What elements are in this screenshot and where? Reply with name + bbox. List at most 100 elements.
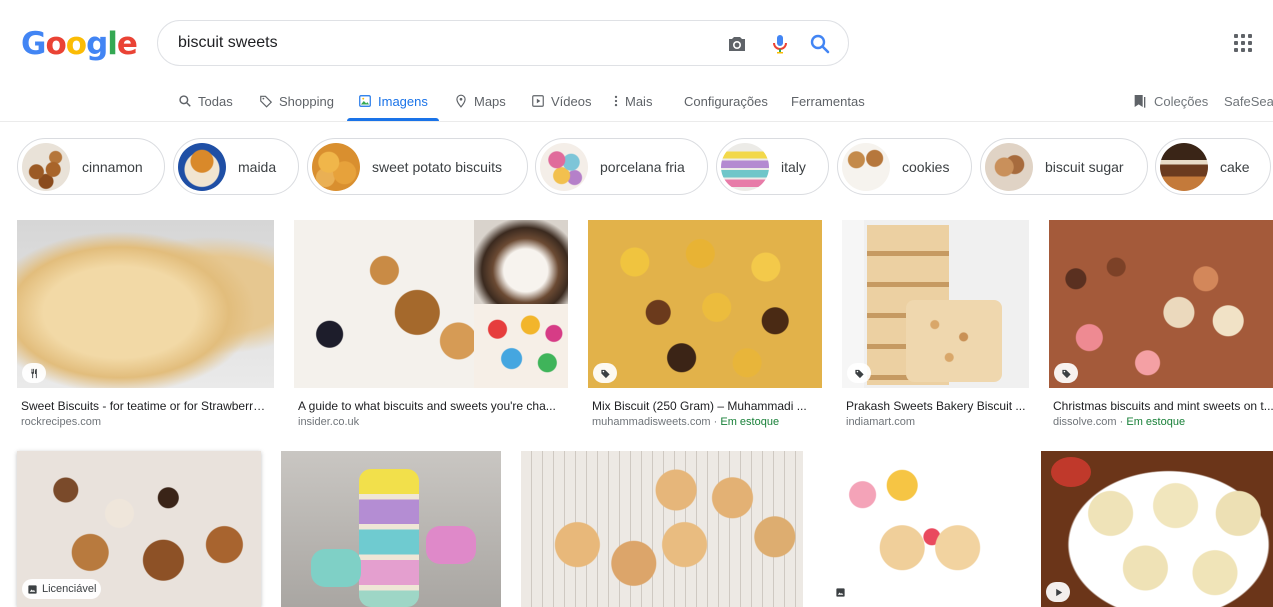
chip-label: cinnamon: [82, 158, 143, 175]
tab-mais[interactable]: Mais: [613, 82, 652, 120]
safesearch-link[interactable]: SafeSearch: [1224, 82, 1273, 120]
chip-thumbnail: [721, 142, 769, 191]
pin-icon: [456, 94, 466, 108]
apps-icon[interactable]: [1234, 34, 1252, 52]
search-box[interactable]: biscuit sweets: [157, 20, 849, 66]
result-title[interactable]: Sweet Biscuits - for teatime or for Stra…: [21, 399, 271, 413]
result-badge: [22, 363, 46, 383]
collections-link[interactable]: Coleções: [1132, 82, 1208, 120]
chip-sweet-potato-biscuits[interactable]: sweet potato biscuits: [307, 138, 528, 195]
result-badge: [1046, 582, 1070, 602]
play-icon: [1055, 588, 1062, 596]
chip-cinnamon[interactable]: cinnamon: [17, 138, 165, 195]
search-input[interactable]: biscuit sweets: [178, 34, 278, 52]
result-thumbnail[interactable]: [521, 451, 803, 607]
chip-thumbnail: [312, 142, 360, 191]
google-logo[interactable]: Google: [21, 26, 138, 62]
image-icon: [835, 587, 845, 597]
image-result[interactable]: Sweet Biscuits - for teatime or for Stra…: [17, 220, 274, 430]
microphone-icon[interactable]: [768, 32, 792, 56]
tab-maps[interactable]: Maps: [454, 82, 506, 120]
image-result[interactable]: Prakash Sweets Bakery Biscuit ... indiam…: [842, 220, 1029, 430]
chip-cake[interactable]: cake: [1155, 138, 1271, 195]
image-result[interactable]: Licenciável: [17, 451, 261, 607]
tab-videos[interactable]: Vídeos: [531, 82, 591, 120]
logo-letter: o: [45, 26, 66, 62]
logo-letter: e: [116, 26, 138, 62]
result-title[interactable]: A guide to what biscuits and sweets you'…: [298, 399, 566, 413]
safesearch-label: SafeSearch: [1224, 93, 1273, 109]
chip-biscuit-sugar[interactable]: biscuit sugar: [980, 138, 1148, 195]
result-title[interactable]: Christmas biscuits and mint sweets on t.…: [1053, 399, 1273, 413]
result-source: dissolve.com · Em estoque: [1053, 416, 1185, 428]
tab-label: Shopping: [279, 93, 334, 109]
image-result[interactable]: [1041, 451, 1273, 607]
result-thumbnail[interactable]: [281, 451, 501, 607]
tab-shopping[interactable]: Shopping: [259, 82, 334, 120]
dot-separator: ·: [710, 416, 721, 428]
image-icon: [28, 584, 37, 594]
result-badge: [847, 363, 871, 383]
camera-icon[interactable]: [725, 32, 749, 56]
search-icon[interactable]: [808, 32, 832, 56]
logo-letter: l: [107, 26, 118, 62]
result-thumbnail[interactable]: [1041, 451, 1273, 607]
image-result[interactable]: Mix Biscuit (250 Gram) – Muhammadi ... m…: [588, 220, 822, 430]
tab-imagens[interactable]: Imagens: [347, 82, 439, 121]
tab-todas[interactable]: Todas: [178, 82, 233, 120]
chip-thumbnail: [1160, 142, 1208, 191]
chip-maida[interactable]: maida: [173, 138, 299, 195]
tab-label: Maps: [474, 93, 506, 109]
chip-thumbnail: [178, 142, 226, 191]
tag-icon: [600, 369, 610, 378]
fork-knife-icon: [30, 368, 37, 378]
dot-separator: ·: [1116, 416, 1127, 428]
tab-label: Ferramentas: [791, 93, 865, 109]
image-result[interactable]: Christmas biscuits and mint sweets on t.…: [1049, 220, 1273, 430]
image-result[interactable]: A guide to what biscuits and sweets you'…: [294, 220, 568, 430]
tab-ferramentas[interactable]: Ferramentas: [791, 82, 865, 120]
result-thumbnail[interactable]: Licenciável: [17, 451, 261, 607]
chip-cookies[interactable]: cookies: [837, 138, 972, 195]
result-thumbnail[interactable]: [588, 220, 822, 388]
in-stock-label: Em estoque: [1126, 416, 1186, 428]
more-vert-icon: [614, 95, 618, 107]
image-result[interactable]: [521, 451, 803, 607]
result-source: indiamart.com: [846, 416, 916, 428]
result-thumbnail[interactable]: [17, 220, 274, 388]
result-badge: [593, 363, 617, 383]
tab-configuracoes[interactable]: Configurações: [684, 82, 768, 120]
tab-label: Mais: [625, 93, 653, 109]
image-result[interactable]: [281, 451, 501, 607]
chip-label: cake: [1220, 158, 1250, 175]
logo-letter: o: [65, 26, 87, 62]
play-icon: [532, 95, 544, 107]
image-result[interactable]: [823, 451, 1021, 607]
search-icon: [179, 95, 191, 107]
result-source-domain: muhammadisweets.com: [592, 416, 711, 428]
collections-label: Coleções: [1154, 93, 1209, 109]
result-thumbnail[interactable]: [842, 220, 1029, 388]
result-title[interactable]: Mix Biscuit (250 Gram) – Muhammadi ...: [592, 399, 818, 413]
result-thumbnail[interactable]: [823, 451, 1021, 607]
logo-letter: G: [21, 26, 46, 62]
chip-label: sweet potato biscuits: [372, 158, 502, 175]
chip-thumbnail: [842, 142, 890, 191]
result-badge: [1054, 363, 1078, 383]
tag-icon: [1061, 369, 1071, 378]
chip-label: porcelana fria: [600, 158, 685, 175]
licensable-badge: Licenciável: [22, 579, 102, 599]
chip-label: maida: [238, 158, 277, 175]
chip-porcelana-fria[interactable]: porcelana fria: [535, 138, 708, 195]
tag-icon: [260, 95, 273, 108]
result-thumbnail[interactable]: [294, 220, 568, 388]
tag-icon: [854, 369, 864, 378]
in-stock-label: Em estoque: [720, 416, 780, 428]
tab-label: Vídeos: [551, 93, 592, 109]
chip-label: italy: [781, 158, 806, 175]
chip-thumbnail: [985, 142, 1033, 191]
chip-italy[interactable]: italy: [716, 138, 829, 195]
logo-letter: g: [86, 26, 108, 62]
result-thumbnail[interactable]: [1049, 220, 1273, 388]
result-title[interactable]: Prakash Sweets Bakery Biscuit ...: [846, 399, 1026, 413]
